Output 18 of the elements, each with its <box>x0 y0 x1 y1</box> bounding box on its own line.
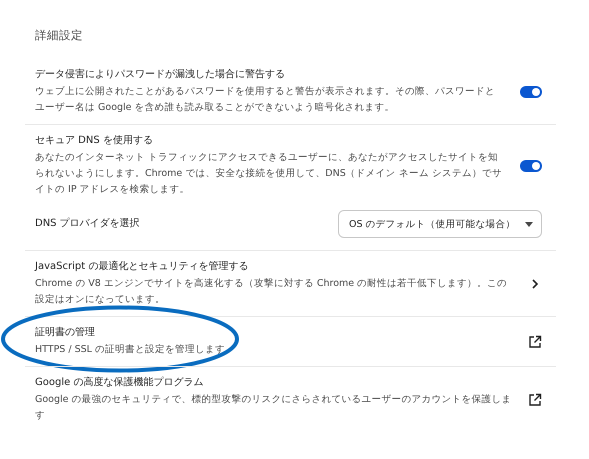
toggle-switch[interactable] <box>520 160 542 172</box>
setting-title: データ侵害によりパスワードが漏洩した場合に警告する <box>35 68 286 82</box>
setting-title: Google の高度な保護機能プログラム <box>35 376 204 390</box>
dns-provider-dropdown[interactable]: OS のデフォルト（使用可能な場合） <box>338 210 542 238</box>
setting-title: 証明書の管理 <box>35 326 96 340</box>
dropdown-arrow-icon <box>525 222 533 226</box>
open-in-new-icon[interactable] <box>528 392 542 406</box>
setting-description: あなたのインターネット トラフィックにアクセスできるユーザーに、あなたがアクセスしたサイトを知られないようにします。Chrome では、安全な接続を使用して、DNS（ドメイン ネーム システム）でサイトの IP アドレスを検索します。 <box>35 151 503 197</box>
open-in-new-icon[interactable] <box>528 334 542 348</box>
setting-description: HTTPS / SSL の証明書と設定を管理します <box>35 343 226 357</box>
setting-description: Chrome の V8 エンジンでサイトを高速化する（攻撃に対する Chrome の耐性は若干低下します）。この設定はオンになっています。 <box>35 277 508 307</box>
setting-description: ウェブ上に公開されたことがあるパスワードを使用すると警告が表示されます。その際、パスワードとユーザー名は Google を含め誰も読み取ることができないよう暗号化されます。 <box>35 85 496 115</box>
setting-title: JavaScript の最適化とセキュリティを管理する <box>35 260 250 274</box>
section-title: 詳細設定 <box>34 28 84 43</box>
setting-title: DNS プロバイダを選択 <box>35 216 141 231</box>
toggle-switch[interactable] <box>520 86 542 98</box>
setting-description: Google の最強のセキュリティで、標的型攻撃のリスクにさらされているユーザーのアカウントを保護します <box>35 393 512 423</box>
setting-title: セキュア DNS を使用する <box>35 134 154 148</box>
